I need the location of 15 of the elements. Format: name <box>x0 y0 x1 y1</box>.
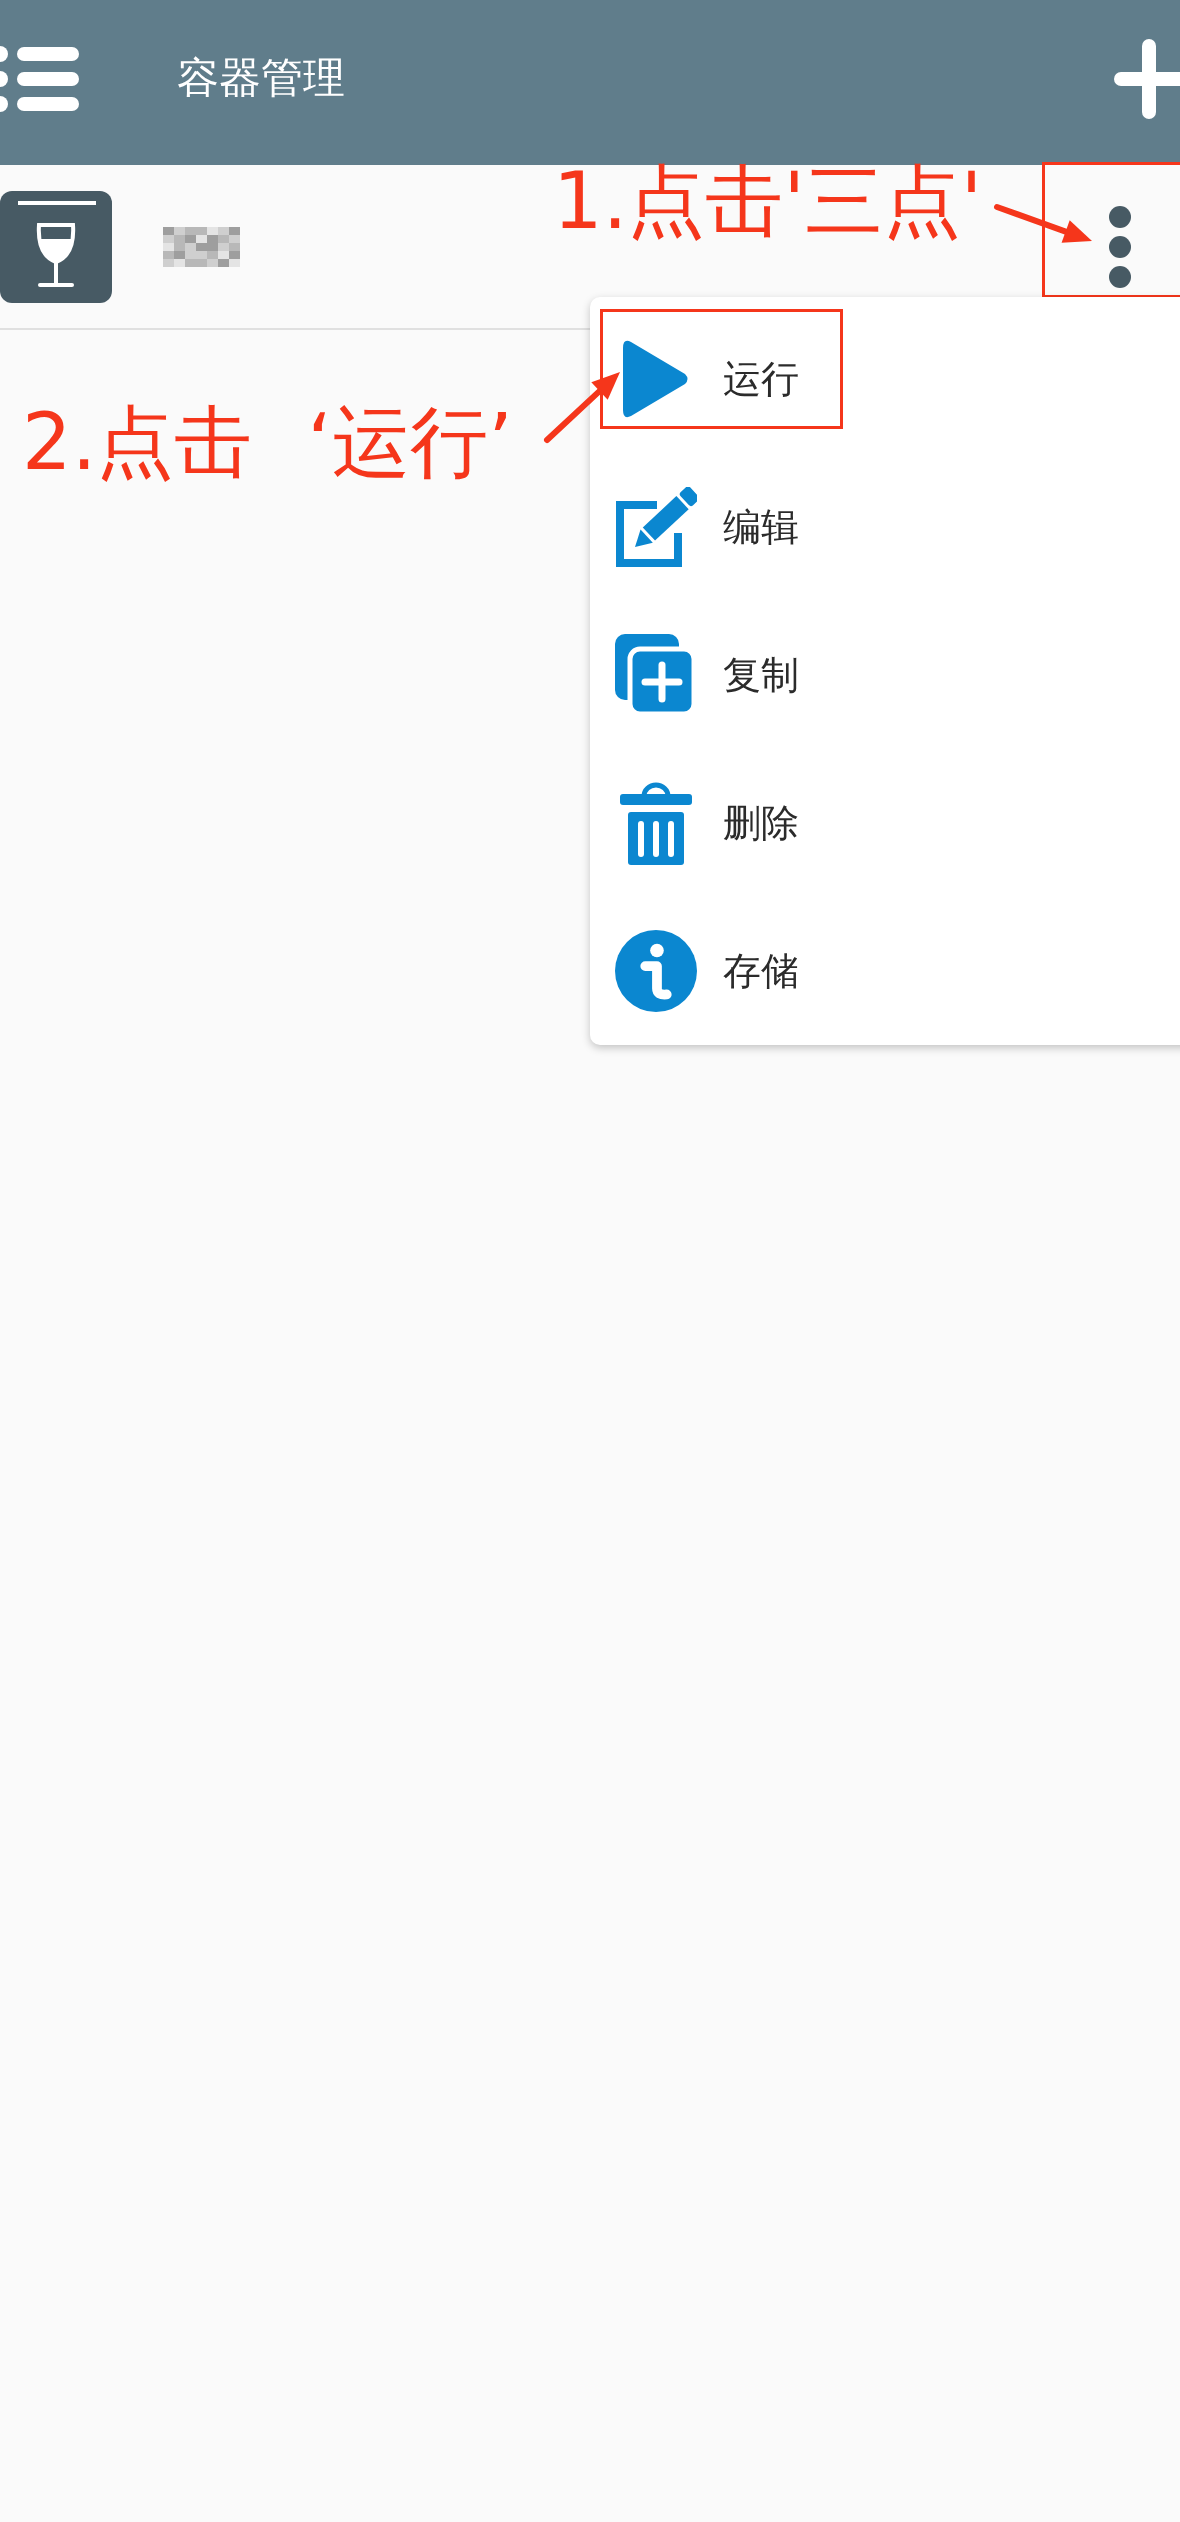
annotation-text: 1.点击'三点' <box>553 162 983 240</box>
more-icon[interactable] <box>1108 204 1132 289</box>
app-title: 容器管理 <box>177 53 345 104</box>
menu-item[interactable]: 删除 <box>590 749 1180 897</box>
info-icon <box>615 929 697 1013</box>
annotation-text: 2.点击 ‘运行’ <box>22 403 513 481</box>
menu-item[interactable]: 复制 <box>590 601 1180 749</box>
menu-item[interactable]: 运行 <box>590 305 1180 453</box>
edit-icon <box>615 487 697 567</box>
add-icon[interactable] <box>1114 38 1180 119</box>
menu-icon[interactable] <box>0 45 80 112</box>
menu-item[interactable]: 存储 <box>590 897 1180 1045</box>
menu-item[interactable]: 编辑 <box>590 453 1180 601</box>
trash-icon <box>620 781 692 865</box>
play-icon <box>622 339 690 419</box>
